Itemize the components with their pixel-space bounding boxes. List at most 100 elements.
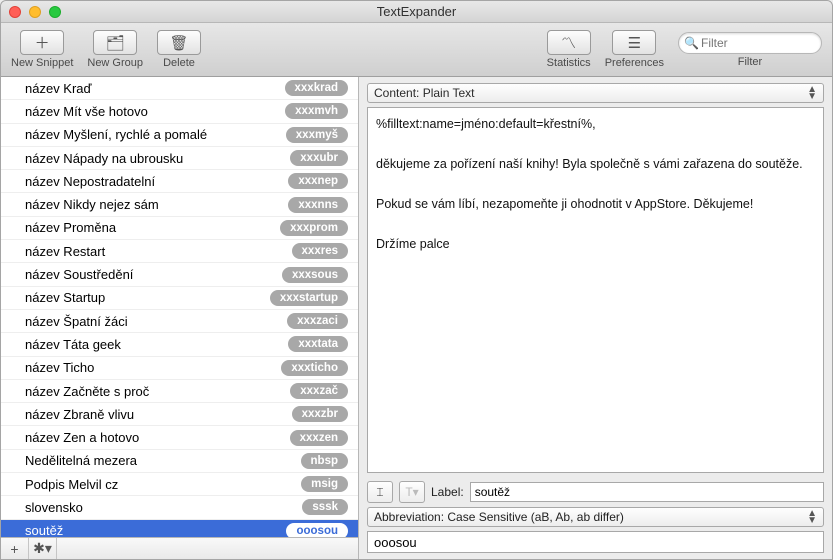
snippet-name: název Restart — [25, 244, 105, 259]
snippet-list-pane: název Kraďxxxkrad název Mít vše hotovo xxx… — [1, 77, 359, 559]
snippet-row[interactable]: název Špatní žáci xxxzaci — [1, 310, 358, 333]
snippet-name: název Začněte s proč — [25, 384, 149, 399]
snippet-row[interactable]: název Startup xxxstartup — [1, 287, 358, 310]
snippet-row[interactable]: Nedělitelná mezera nbsp — [1, 450, 358, 473]
gear-menu-button[interactable]: ✱▾ — [29, 538, 57, 559]
snippet-row[interactable]: název Nikdy nejez sám xxxnns — [1, 193, 358, 216]
snippet-name: název Nepostradatelní — [25, 174, 155, 189]
snippet-row[interactable]: název Proměna xxxprom — [1, 217, 358, 240]
snippet-abbreviation-pill: xxxres — [292, 243, 348, 259]
new-group-button[interactable]: 🗂 New Group — [87, 30, 143, 69]
snippet-abbreviation-pill: ooosou — [286, 523, 348, 537]
snippet-abbreviation-pill: xxxmyš — [286, 127, 348, 143]
prefs-icon: ☰ — [628, 34, 641, 52]
snippet-name: název Startup — [25, 290, 105, 305]
snippet-abbreviation-pill: xxxprom — [280, 220, 348, 236]
new-snippet-button[interactable]: ＋ New Snippet — [11, 30, 73, 69]
snippet-abbreviation-pill: xxxzač — [290, 383, 348, 399]
snippet-name: Podpis Melvil cz — [25, 477, 118, 492]
plus-icon: ＋ — [35, 32, 50, 53]
snippet-list[interactable]: název Kraďxxxkrad název Mít vše hotovo xxx… — [1, 77, 358, 537]
snippet-name: název Ticho — [25, 360, 94, 375]
snippet-row[interactable]: název Restart xxxres — [1, 240, 358, 263]
snippet-row[interactable]: název Myšlení, rychlé a pomalé xxxmyš — [1, 124, 358, 147]
search-icon: 🔍 — [684, 36, 699, 50]
snippet-abbreviation-pill: msig — [301, 476, 348, 492]
preferences-button[interactable]: ☰ Preferences — [605, 30, 664, 69]
snippet-abbreviation-pill: xxxmvh — [285, 103, 348, 119]
snippet-abbreviation-pill: xxxzaci — [287, 313, 348, 329]
snippet-row[interactable]: název Soustředěníxxxsous — [1, 263, 358, 286]
add-button[interactable]: + — [1, 538, 29, 559]
abbreviation-mode-label: Abbreviation: Case Sensitive (aB, Ab, ab… — [374, 510, 624, 524]
snippet-abbreviation-pill: xxxzbr — [292, 406, 348, 422]
trash-icon: 🗑 — [169, 34, 188, 52]
dropdown-arrows-icon: ▲▼ — [807, 86, 817, 100]
statistics-button[interactable]: 〽 Statistics — [547, 30, 591, 69]
snippet-name: název Soustředění — [25, 267, 133, 282]
snippet-row[interactable]: název Začněte s proč xxxzač — [1, 380, 358, 403]
snippet-name: název Nikdy nejez sám — [25, 197, 159, 212]
snippet-abbreviation-pill: xxxticho — [281, 360, 348, 376]
delete-button[interactable]: 🗑 Delete — [157, 30, 201, 69]
snippet-name: název Zbraně vlivu — [25, 407, 134, 422]
snippet-name: název Mít vše hotovo — [25, 104, 148, 119]
snippet-name: název Kraď — [25, 81, 92, 96]
snippet-abbreviation-pill: xxxzen — [290, 430, 348, 446]
snippet-row[interactable]: název Mít vše hotovo xxxmvh — [1, 100, 358, 123]
snippet-row[interactable]: soutěž ooosou — [1, 520, 358, 537]
detail-pane: Content: Plain Text ▲▼ %filltext:name=jm… — [359, 77, 832, 559]
window-title: TextExpander — [1, 4, 832, 19]
snippet-row[interactable]: název Nepostradatelní xxxnep — [1, 170, 358, 193]
snippet-row[interactable]: název Zbraně vlivu xxxzbr — [1, 403, 358, 426]
snippet-name: název Nápady na ubrousku — [25, 151, 183, 166]
format-menu-button[interactable]: T▾ — [399, 481, 425, 503]
delete-label: Delete — [163, 57, 195, 69]
dropdown-arrows-icon: ▲▼ — [807, 510, 817, 524]
minimize-window-button[interactable] — [29, 6, 41, 18]
close-window-button[interactable] — [9, 6, 21, 18]
snippet-name: název Proměna — [25, 220, 116, 235]
label-caption: Label: — [431, 485, 464, 499]
list-footer: + ✱▾ — [1, 537, 358, 559]
snippet-row[interactable]: název Ticho xxxticho — [1, 357, 358, 380]
snippet-row[interactable]: název Táta geek xxxtata — [1, 333, 358, 356]
snippet-name: slovensko — [25, 500, 83, 515]
label-input[interactable] — [470, 482, 824, 502]
content-type-label: Content: Plain Text — [374, 86, 475, 100]
preferences-label: Preferences — [605, 57, 664, 69]
new-group-label: New Group — [87, 57, 143, 69]
zoom-window-button[interactable] — [49, 6, 61, 18]
folder-icon: 🗂 — [106, 34, 125, 52]
stats-icon: 〽 — [561, 32, 576, 53]
toolbar: ＋ New Snippet 🗂 New Group 🗑 Delete 〽 Sta… — [1, 23, 832, 77]
snippet-row[interactable]: Podpis Melvil cz msig — [1, 473, 358, 496]
snippet-abbreviation-pill: nbsp — [301, 453, 348, 469]
snippet-abbreviation-pill: xxxtata — [288, 336, 348, 352]
filter-label: Filter — [738, 56, 762, 68]
insert-cursor-button[interactable]: ⌶ — [367, 481, 393, 503]
snippet-name: název Špatní žáci — [25, 314, 128, 329]
snippet-name: soutěž — [25, 523, 63, 537]
snippet-row[interactable]: název Kraďxxxkrad — [1, 77, 358, 100]
abbreviation-mode-select[interactable]: Abbreviation: Case Sensitive (aB, Ab, ab… — [367, 507, 824, 527]
snippet-abbreviation-pill: xxxnns — [288, 197, 348, 213]
window-controls — [1, 6, 61, 18]
snippet-row[interactable]: název Zen a hotovo xxxzen — [1, 426, 358, 449]
snippet-name: Nedělitelná mezera — [25, 453, 137, 468]
filter-input[interactable] — [678, 32, 822, 54]
snippet-name: název Myšlení, rychlé a pomalé — [25, 127, 207, 142]
main-split: název Kraďxxxkrad název Mít vše hotovo xxx… — [1, 77, 832, 559]
snippet-abbreviation-pill: xxxubr — [290, 150, 348, 166]
snippet-row[interactable]: název Nápady na ubrousku xxxubr — [1, 147, 358, 170]
snippet-name: název Zen a hotovo — [25, 430, 139, 445]
snippet-content-textarea[interactable]: %filltext:name=jméno:default=křestní%, d… — [367, 107, 824, 473]
content-type-select[interactable]: Content: Plain Text ▲▼ — [367, 83, 824, 103]
statistics-label: Statistics — [547, 57, 591, 69]
snippet-row[interactable]: slovensko sssk — [1, 496, 358, 519]
snippet-name: název Táta geek — [25, 337, 121, 352]
snippet-abbreviation-pill: xxxnep — [288, 173, 348, 189]
snippet-abbreviation-pill: sssk — [302, 499, 348, 515]
snippet-abbreviation-pill: xxxstartup — [270, 290, 348, 306]
abbreviation-input[interactable] — [367, 531, 824, 553]
